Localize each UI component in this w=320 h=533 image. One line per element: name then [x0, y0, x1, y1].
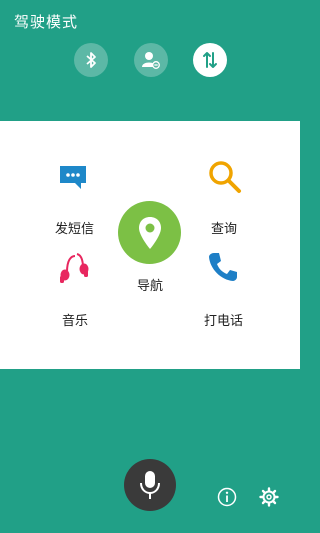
- settings-button[interactable]: [259, 487, 279, 507]
- contact-toggle[interactable]: [134, 43, 168, 77]
- header-bar: 驾驶模式: [0, 0, 300, 121]
- contact-block-icon: [142, 52, 160, 69]
- data-transfer-icon: [203, 52, 217, 68]
- navigation-button[interactable]: [118, 201, 181, 264]
- data-toggle[interactable]: [193, 43, 227, 77]
- sms-bubble-icon: [60, 166, 86, 189]
- bluetooth-icon: [86, 52, 96, 68]
- bluetooth-toggle[interactable]: [74, 43, 108, 77]
- search-label: 查询: [211, 222, 238, 237]
- search-icon: [209, 161, 241, 193]
- sms-label: 发短信: [55, 222, 95, 237]
- info-button[interactable]: [217, 487, 237, 507]
- page-title: 驾驶模式: [14, 13, 79, 31]
- microphone-icon: [140, 471, 160, 499]
- voice-button[interactable]: [124, 459, 176, 511]
- call-label: 打电话: [204, 314, 244, 329]
- location-pin-icon: [138, 216, 161, 249]
- navigation-label: 导航: [137, 279, 164, 294]
- phone-icon: [209, 253, 237, 281]
- info-icon: [217, 487, 237, 507]
- earphones-icon: [60, 253, 89, 283]
- music-label: 音乐: [62, 314, 89, 329]
- gear-icon: [259, 487, 279, 507]
